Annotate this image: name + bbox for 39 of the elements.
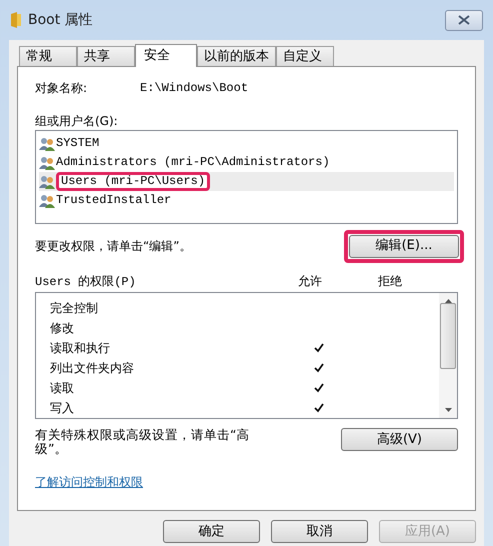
users-icon <box>39 174 55 188</box>
permission-name: 完全控制 <box>49 300 99 317</box>
tab[interactable]: 常规 <box>19 46 77 66</box>
permission-name: 读取和执行 <box>49 340 111 357</box>
advanced-hint: 有关特殊权限或高级设置，请单击“高级”。 <box>35 428 250 456</box>
scroll-thumb[interactable] <box>440 302 456 368</box>
dialog-button[interactable]: 确定 <box>163 520 260 543</box>
permission-name: 读取 <box>49 380 75 397</box>
object-name-label: 对象名称: <box>35 80 88 97</box>
close-icon <box>458 15 470 25</box>
users-icon <box>39 156 55 170</box>
object-name-value: E:\Windows\Boot <box>140 80 248 97</box>
user-row[interactable]: TrustedInstaller <box>39 191 454 210</box>
allow-header: 允许 <box>297 273 323 290</box>
tab[interactable]: 共享 <box>77 46 135 66</box>
advanced-button[interactable]: 高级(V) <box>341 428 458 451</box>
tab[interactable]: 安全 <box>135 44 197 67</box>
user-row[interactable]: Users (mri-PC\Users) <box>39 172 454 191</box>
groups-label: 组或用户名(G): <box>35 113 119 128</box>
edit-hint: 要更改权限，请单击“编辑”。 <box>35 238 192 255</box>
permissions-label: Users 的权限(P) <box>35 274 137 290</box>
folder-icon <box>10 12 22 28</box>
permission-name: 写入 <box>49 400 75 417</box>
permission-name: 修改 <box>49 320 75 337</box>
users-icon <box>39 194 55 208</box>
deny-header: 拒绝 <box>377 273 403 290</box>
scroll-down-icon[interactable] <box>444 408 452 412</box>
tab[interactable]: 自定义 <box>276 46 334 66</box>
edit-button[interactable]: 编辑(E)... <box>349 234 459 258</box>
learn-link[interactable]: 了解访问控制和权限 <box>35 473 143 491</box>
window-title: Boot 属性 <box>28 10 93 30</box>
scrollbar[interactable] <box>439 293 457 418</box>
dialog-button[interactable]: 取消 <box>271 520 368 543</box>
user-row[interactable]: SYSTEM <box>39 134 454 153</box>
tab[interactable]: 以前的版本 <box>197 46 276 66</box>
permission-name: 列出文件夹内容 <box>49 360 135 377</box>
close-button[interactable] <box>445 10 483 30</box>
user-row[interactable]: Administrators (mri-PC\Administrators) <box>39 153 454 172</box>
users-icon <box>39 136 55 150</box>
